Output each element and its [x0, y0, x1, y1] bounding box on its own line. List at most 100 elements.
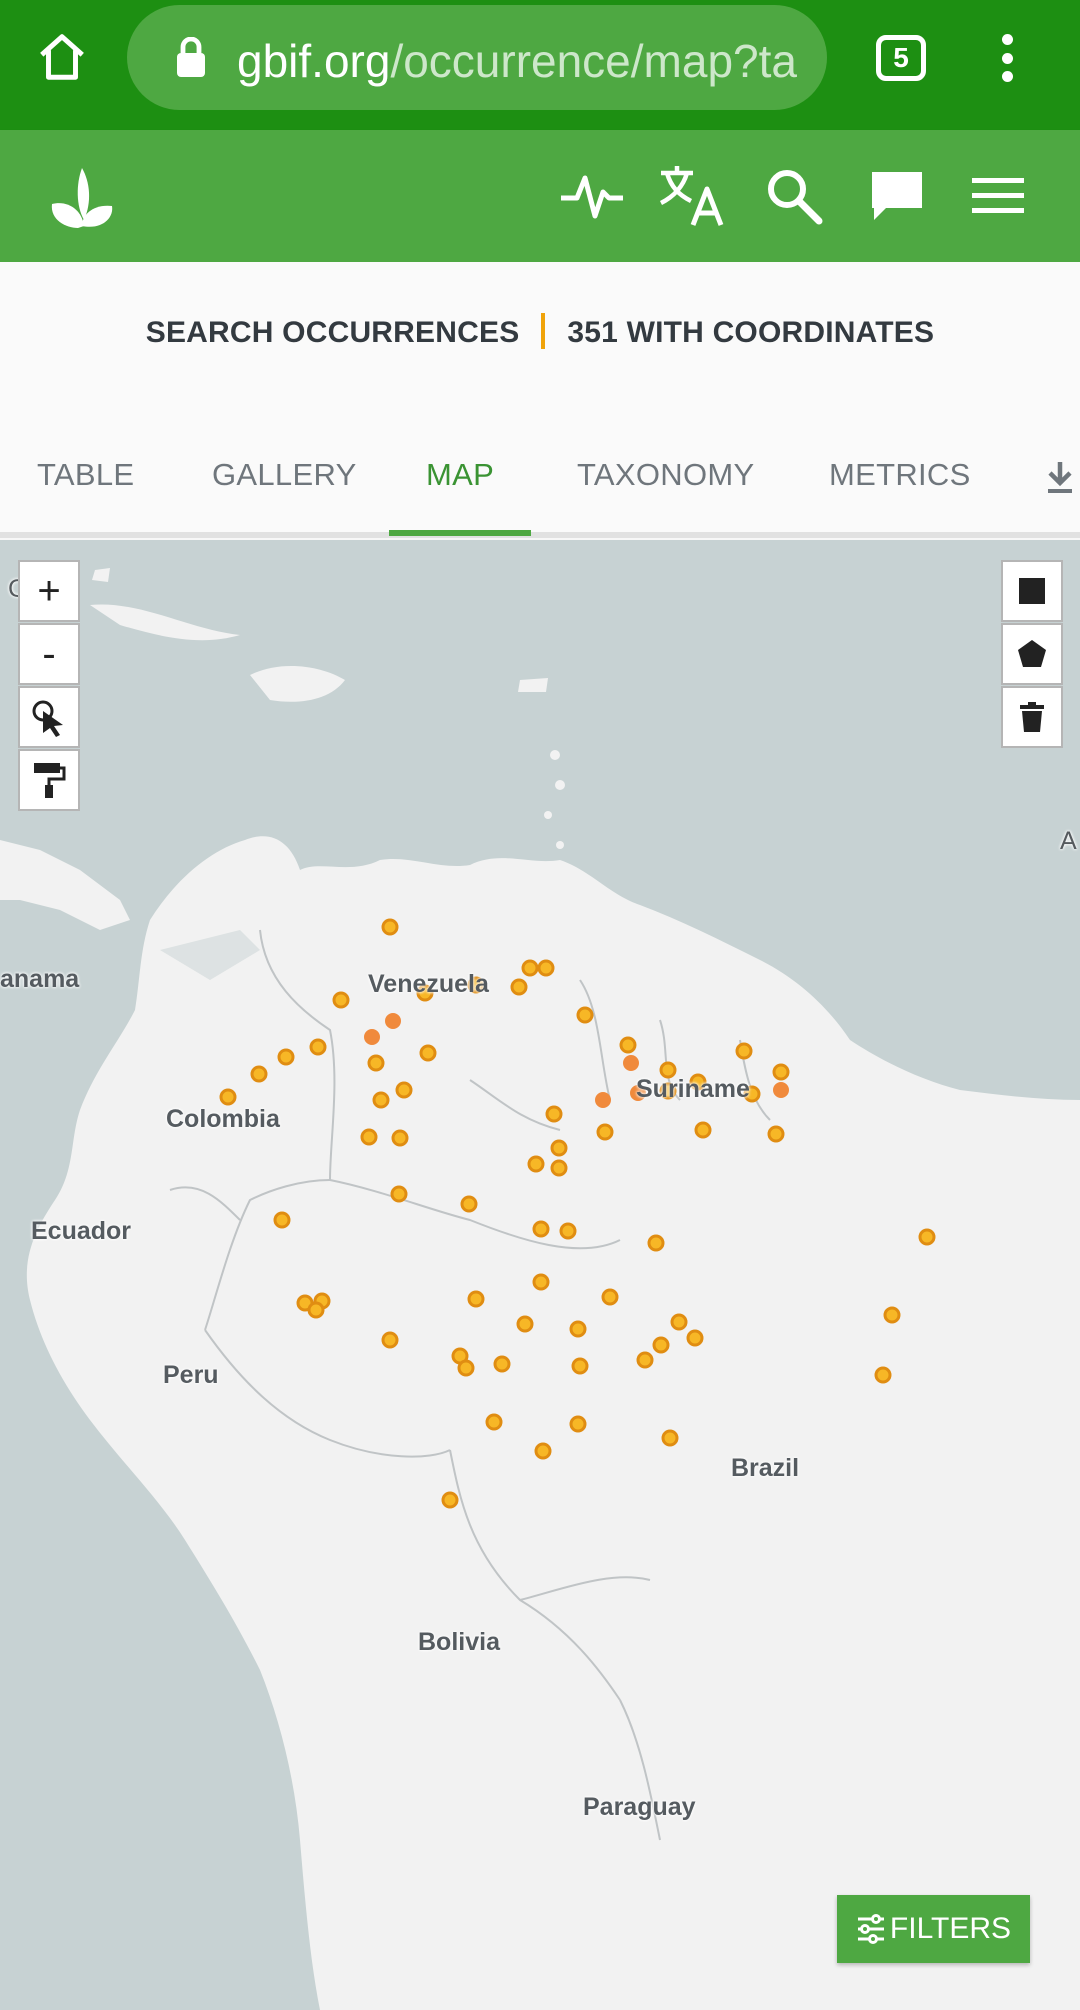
tab-gallery[interactable]: GALLERY	[212, 457, 357, 493]
sliders-icon	[857, 1914, 884, 1944]
occurrence-point	[372, 1091, 390, 1109]
map-label-suriname: Suriname	[636, 1075, 750, 1103]
occurrence-point	[527, 1155, 545, 1173]
tab-taxonomy[interactable]: TAXONOMY	[577, 457, 755, 493]
draw-rectangle-button[interactable]	[1001, 560, 1063, 622]
occurrence-point	[360, 1128, 378, 1146]
filters-label: FILTERS	[889, 1912, 1012, 1945]
search-icon[interactable]	[758, 160, 830, 232]
occurrence-point	[534, 1442, 552, 1460]
occurrence-point	[619, 1036, 637, 1054]
occurrence-point	[332, 991, 350, 1009]
active-tab-indicator	[389, 530, 531, 536]
coordinates-count: 351 WITH COORDINATES	[567, 316, 935, 349]
occurrence-point	[601, 1288, 619, 1306]
view-tabs: TABLE GALLERY MAP TAXONOMY METRICS	[0, 412, 1080, 538]
occurrence-point	[661, 1429, 679, 1447]
occurrence-point-dense	[773, 1082, 789, 1098]
map-label-paraguay: Paraguay	[583, 1793, 696, 1821]
occurrence-point	[918, 1228, 936, 1246]
occurrence-point	[686, 1329, 704, 1347]
occurrence-point	[381, 918, 399, 936]
chat-icon[interactable]	[861, 160, 933, 232]
occurrence-point	[485, 1413, 503, 1431]
occurrence-point	[457, 1359, 475, 1377]
occurrence-point	[309, 1038, 327, 1056]
occurrence-point	[596, 1123, 614, 1141]
kebab-menu-icon[interactable]	[990, 34, 1024, 82]
filters-button[interactable]: FILTERS	[837, 1895, 1030, 1963]
occurrence-point	[735, 1042, 753, 1060]
occurrence-point	[874, 1366, 892, 1384]
map-label-colombia: Colombia	[166, 1105, 280, 1133]
zoom-out-button[interactable]: -	[18, 623, 80, 685]
delete-shape-button[interactable]	[1001, 686, 1063, 748]
occurrence-point	[277, 1048, 295, 1066]
occurrence-point	[636, 1351, 654, 1369]
occurrence-point	[493, 1355, 511, 1373]
occurrence-point	[576, 1006, 594, 1024]
occurrence-point	[550, 1139, 568, 1157]
occurrence-point	[767, 1125, 785, 1143]
browser-toolbar: gbif.org/occurrence/map?ta 5	[0, 0, 1080, 130]
pointer-select-icon	[32, 700, 63, 737]
occurrence-point	[391, 1129, 409, 1147]
occurrence-point	[390, 1185, 408, 1203]
occurrence-point	[381, 1331, 399, 1349]
tab-table[interactable]: TABLE	[37, 457, 134, 493]
occurrence-point	[652, 1336, 670, 1354]
square-icon	[1019, 578, 1045, 604]
style-paint-button[interactable]	[18, 749, 80, 811]
translate-icon[interactable]	[656, 160, 728, 232]
pentagon-icon	[1018, 640, 1046, 667]
occurrence-point	[694, 1121, 712, 1139]
tabs-icon[interactable]: 5	[876, 35, 926, 81]
occurrence-point	[219, 1088, 237, 1106]
site-header	[0, 130, 1080, 262]
occurrence-point	[467, 1290, 485, 1308]
gbif-logo-icon[interactable]	[38, 154, 122, 238]
url-domain: gbif.org	[237, 35, 391, 87]
occurrence-point	[670, 1313, 688, 1331]
download-icon[interactable]	[1044, 460, 1076, 496]
occurrence-map[interactable]: C A Venezuela anama Colombia Suriname Ec…	[0, 540, 1080, 2010]
occurrence-point	[569, 1320, 587, 1338]
summary-row: SEARCH OCCURRENCES 351 WITH COORDINATES	[0, 313, 1080, 352]
occurrence-point	[559, 1222, 577, 1240]
draw-polygon-button[interactable]	[1001, 623, 1063, 685]
occurrence-point	[441, 1491, 459, 1509]
occurrence-point	[419, 1044, 437, 1062]
url-bar[interactable]: gbif.org/occurrence/map?ta	[127, 5, 827, 110]
occurrence-point	[460, 1195, 478, 1213]
summary-separator	[541, 313, 546, 350]
occurrence-point	[307, 1301, 325, 1319]
map-label-edge-right: A	[1060, 827, 1077, 855]
map-label-brazil: Brazil	[731, 1454, 800, 1482]
occurrence-point	[571, 1357, 589, 1375]
lock-icon	[177, 37, 205, 77]
search-occurrences-label: SEARCH OCCURRENCES	[145, 316, 520, 349]
occurrence-point	[367, 1054, 385, 1072]
activity-pulse-icon[interactable]	[556, 160, 628, 232]
map-label-ecuador: Ecuador	[31, 1217, 132, 1245]
map-label-venezuela: Venezuela	[368, 970, 489, 998]
occurrence-point	[647, 1234, 665, 1252]
home-icon[interactable]	[30, 25, 94, 89]
map-label-panama: anama	[0, 965, 80, 993]
occurrence-point	[569, 1415, 587, 1433]
occurrence-point	[510, 978, 528, 996]
occurrence-summary: SEARCH OCCURRENCES 351 WITH COORDINATES	[0, 262, 1080, 412]
occurrence-point	[532, 1273, 550, 1291]
select-pointer-button[interactable]	[18, 686, 80, 748]
occurrence-points-layer	[219, 918, 936, 1509]
tab-map[interactable]: MAP	[426, 457, 494, 493]
occurrence-point	[532, 1220, 550, 1238]
occurrence-point-dense	[595, 1092, 611, 1108]
occurrence-point	[537, 959, 555, 977]
occurrence-point	[395, 1081, 413, 1099]
occurrence-point	[273, 1211, 291, 1229]
hamburger-menu-icon[interactable]	[962, 160, 1034, 232]
tab-metrics[interactable]: METRICS	[829, 457, 971, 493]
zoom-in-button[interactable]: +	[18, 560, 80, 622]
occurrence-point-dense	[623, 1055, 639, 1071]
